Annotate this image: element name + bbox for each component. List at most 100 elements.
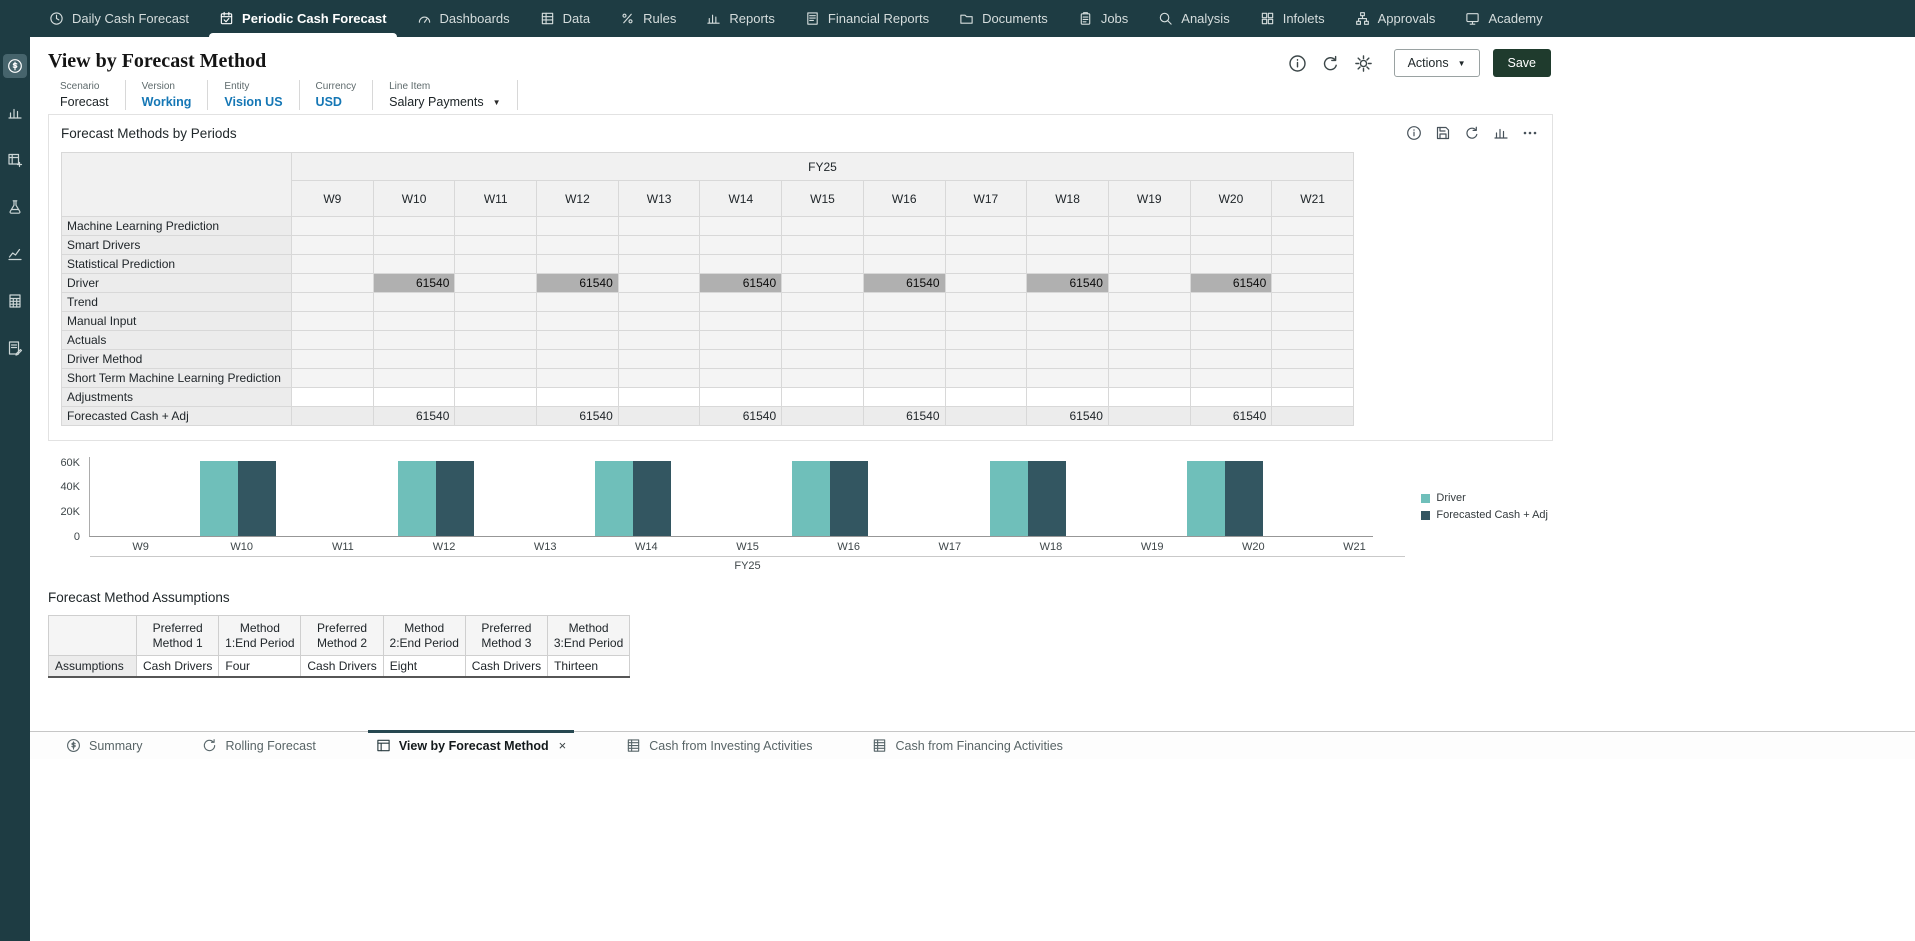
cell-trend-w12[interactable] — [536, 292, 619, 312]
cell-actuals-w21[interactable] — [1271, 330, 1354, 350]
cell-statistical-prediction-w16[interactable] — [862, 254, 946, 274]
pov-value-line-item[interactable]: Salary Payments ▼ — [389, 95, 500, 109]
cell-short-term-machine-learning-prediction-w15[interactable] — [781, 368, 864, 388]
cell-forecasted-cash-adj-w21[interactable] — [1271, 406, 1354, 426]
cell-forecasted-cash-adj-w11[interactable] — [454, 406, 538, 426]
assumptions-cell-method-3-end-period[interactable]: Thirteen — [547, 655, 631, 678]
bottom-tab-summary[interactable]: Summary — [58, 732, 150, 760]
cell-forecasted-cash-adj-w18[interactable]: 61540 — [1026, 406, 1109, 426]
cell-short-term-machine-learning-prediction-w14[interactable] — [699, 368, 783, 388]
cell-manual-input-w9[interactable] — [291, 311, 374, 331]
cell-driver-method-w18[interactable] — [1026, 349, 1109, 369]
cell-actuals-w19[interactable] — [1107, 330, 1191, 350]
assumptions-cell-preferred-method-3[interactable]: Cash Drivers — [464, 655, 549, 678]
info-icon[interactable] — [1406, 125, 1422, 141]
cell-manual-input-w11[interactable] — [454, 311, 538, 331]
cell-short-term-machine-learning-prediction-w10[interactable] — [372, 368, 456, 388]
cell-statistical-prediction-w11[interactable] — [454, 254, 538, 274]
cell-manual-input-w12[interactable] — [536, 311, 619, 331]
nav-tab-rules[interactable]: Rules — [605, 0, 691, 37]
cell-manual-input-w18[interactable] — [1026, 311, 1109, 331]
cell-forecasted-cash-adj-w14[interactable]: 61540 — [699, 406, 783, 426]
cell-driver-w14[interactable]: 61540 — [699, 273, 783, 293]
nav-tab-analysis[interactable]: Analysis — [1143, 0, 1244, 37]
cell-statistical-prediction-w9[interactable] — [291, 254, 374, 274]
cell-adjustments-w9[interactable] — [291, 387, 374, 407]
cell-machine-learning-prediction-w12[interactable] — [536, 216, 619, 236]
cell-statistical-prediction-w21[interactable] — [1271, 254, 1354, 274]
cell-trend-w17[interactable] — [944, 292, 1028, 312]
cell-statistical-prediction-w14[interactable] — [699, 254, 783, 274]
cell-manual-input-w21[interactable] — [1271, 311, 1354, 331]
nav-tab-daily-cash-forecast[interactable]: Daily Cash Forecast — [34, 0, 204, 37]
sidebar-item-calc[interactable] — [3, 289, 27, 313]
cell-actuals-w16[interactable] — [862, 330, 946, 350]
cell-machine-learning-prediction-w18[interactable] — [1026, 216, 1109, 236]
cell-driver-w17[interactable] — [944, 273, 1028, 293]
cell-actuals-w10[interactable] — [372, 330, 456, 350]
cell-driver-method-w10[interactable] — [372, 349, 456, 369]
cell-short-term-machine-learning-prediction-w16[interactable] — [862, 368, 946, 388]
bar-chart-icon[interactable] — [1493, 125, 1509, 141]
cell-machine-learning-prediction-w14[interactable] — [699, 216, 783, 236]
cell-short-term-machine-learning-prediction-w17[interactable] — [944, 368, 1028, 388]
cell-machine-learning-prediction-w11[interactable] — [454, 216, 538, 236]
cell-actuals-w18[interactable] — [1026, 330, 1109, 350]
cell-trend-w11[interactable] — [454, 292, 538, 312]
cell-driver-method-w19[interactable] — [1107, 349, 1191, 369]
cell-smart-drivers-w10[interactable] — [372, 235, 456, 255]
sidebar-item-doc-edit[interactable] — [3, 336, 27, 360]
cell-driver-method-w15[interactable] — [781, 349, 864, 369]
cell-trend-w20[interactable] — [1189, 292, 1273, 312]
refresh-icon[interactable] — [1464, 125, 1480, 141]
cell-driver-method-w16[interactable] — [862, 349, 946, 369]
cell-short-term-machine-learning-prediction-w12[interactable] — [536, 368, 619, 388]
cell-forecasted-cash-adj-w19[interactable] — [1107, 406, 1191, 426]
sidebar-item-table-plus[interactable] — [3, 148, 27, 172]
cell-adjustments-w11[interactable] — [454, 387, 538, 407]
pov-value-currency[interactable]: USD — [316, 95, 357, 109]
cell-smart-drivers-w16[interactable] — [862, 235, 946, 255]
assumptions-cell-preferred-method-2[interactable]: Cash Drivers — [300, 655, 384, 678]
cell-smart-drivers-w21[interactable] — [1271, 235, 1354, 255]
cell-smart-drivers-w9[interactable] — [291, 235, 374, 255]
cell-trend-w21[interactable] — [1271, 292, 1354, 312]
cell-actuals-w17[interactable] — [944, 330, 1028, 350]
cell-forecasted-cash-adj-w12[interactable]: 61540 — [536, 406, 619, 426]
cell-actuals-w14[interactable] — [699, 330, 783, 350]
close-icon[interactable]: × — [557, 738, 567, 753]
cell-forecasted-cash-adj-w16[interactable]: 61540 — [862, 406, 946, 426]
cell-trend-w14[interactable] — [699, 292, 783, 312]
cell-adjustments-w10[interactable] — [372, 387, 456, 407]
cell-statistical-prediction-w10[interactable] — [372, 254, 456, 274]
sidebar-item-coins[interactable] — [3, 54, 27, 78]
cell-adjustments-w21[interactable] — [1271, 387, 1354, 407]
cell-short-term-machine-learning-prediction-w20[interactable] — [1189, 368, 1273, 388]
cell-manual-input-w17[interactable] — [944, 311, 1028, 331]
cell-statistical-prediction-w12[interactable] — [536, 254, 619, 274]
cell-smart-drivers-w11[interactable] — [454, 235, 538, 255]
cell-machine-learning-prediction-w19[interactable] — [1107, 216, 1191, 236]
cell-forecasted-cash-adj-w10[interactable]: 61540 — [372, 406, 456, 426]
cell-smart-drivers-w12[interactable] — [536, 235, 619, 255]
cell-machine-learning-prediction-w21[interactable] — [1271, 216, 1354, 236]
cell-manual-input-w14[interactable] — [699, 311, 783, 331]
bottom-tab-cash-from-financing-activities[interactable]: Cash from Financing Activities — [864, 732, 1070, 760]
actions-button[interactable]: Actions ▼ — [1393, 49, 1480, 77]
sidebar-item-bar-chart[interactable] — [3, 101, 27, 125]
cell-driver-w19[interactable] — [1107, 273, 1191, 293]
cell-adjustments-w19[interactable] — [1107, 387, 1191, 407]
cell-machine-learning-prediction-w20[interactable] — [1189, 216, 1273, 236]
cell-machine-learning-prediction-w13[interactable] — [617, 216, 701, 236]
cell-forecasted-cash-adj-w9[interactable] — [291, 406, 374, 426]
cell-machine-learning-prediction-w17[interactable] — [944, 216, 1028, 236]
cell-short-term-machine-learning-prediction-w19[interactable] — [1107, 368, 1191, 388]
save-button[interactable]: Save — [1492, 49, 1551, 77]
save-icon[interactable] — [1435, 125, 1451, 141]
cell-machine-learning-prediction-w15[interactable] — [781, 216, 864, 236]
cell-driver-method-w20[interactable] — [1189, 349, 1273, 369]
assumptions-cell-method-1-end-period[interactable]: Four — [218, 655, 302, 678]
cell-driver-method-w14[interactable] — [699, 349, 783, 369]
nav-tab-reports[interactable]: Reports — [691, 0, 790, 37]
cell-driver-w10[interactable]: 61540 — [372, 273, 456, 293]
